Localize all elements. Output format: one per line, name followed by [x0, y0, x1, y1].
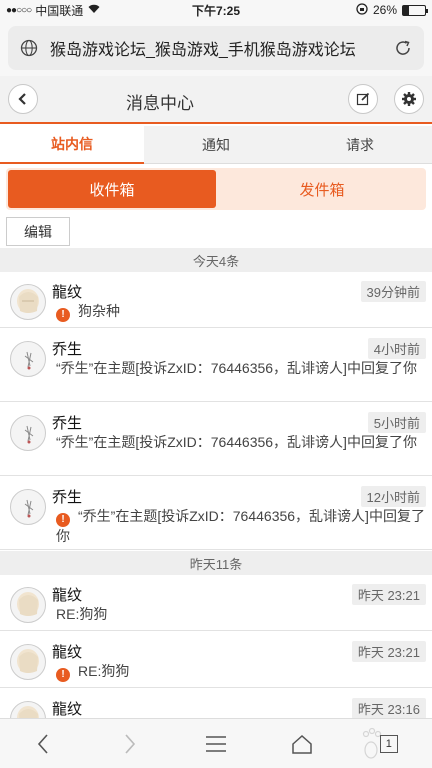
alert-icon: ! [56, 668, 70, 682]
tab-count: 1 [385, 737, 392, 750]
browser-back-button[interactable] [23, 724, 63, 764]
message-time: 5小时前 [367, 412, 426, 433]
message-time: 12小时前 [360, 486, 426, 507]
message-time: 4小时前 [367, 338, 426, 359]
browser-forward-button[interactable] [110, 724, 150, 764]
settings-button[interactable] [394, 84, 424, 114]
carrier: 中国联通 [35, 3, 84, 18]
battery-icon [402, 4, 428, 16]
message-item[interactable]: 乔生 4小时前 “乔生”在主题[投诉ZxID：76446356，乱诽谤人]中回复… [0, 329, 432, 402]
sender-name: 乔生 [52, 489, 83, 506]
message-item[interactable]: 龍纹 昨天 23:21 RE:狗狗 [0, 575, 432, 631]
menu-button[interactable] [196, 724, 236, 764]
message-text: “乔生”在主题[投诉ZxID：76446356，乱诽谤人]中回复了你 [56, 434, 417, 450]
message-item[interactable]: 乔生 5小时前 “乔生”在主题[投诉ZxID：76446356，乱诽谤人]中回复… [0, 403, 432, 476]
edit-icon [356, 92, 370, 106]
message-item[interactable]: 龍纹 39分钟前 ! 狗杂种 [0, 272, 432, 328]
message-time: 昨天 23:16 [351, 698, 426, 719]
reload-icon[interactable] [392, 37, 414, 59]
message-text: “乔生”在主题[投诉ZxID：76446356，乱诽谤人]中回复了你 [56, 508, 425, 544]
message-text: “乔生”在主题[投诉ZxID：76446356，乱诽谤人]中回复了你 [56, 360, 417, 376]
gear-icon [402, 92, 416, 106]
edit-button[interactable]: 编辑 [6, 217, 70, 246]
sender-name: 龍纹 [52, 284, 83, 301]
tab-count-badge: 1 [379, 734, 398, 753]
avatar [10, 644, 46, 680]
message-item[interactable]: 乔生 12小时前 ! “乔生”在主题[投诉ZxID：76446356，乱诽谤人]中… [0, 477, 432, 550]
avatar [10, 587, 46, 623]
sender-name: 乔生 [52, 415, 83, 432]
tabs-button[interactable]: 1 [362, 724, 409, 764]
rotation-lock-icon [356, 2, 368, 18]
compose-button[interactable] [348, 84, 378, 114]
wifi-icon [87, 3, 101, 17]
avatar [10, 415, 46, 451]
message-text: RE:狗狗 [56, 606, 108, 622]
home-button[interactable] [282, 724, 322, 764]
sender-name: 乔生 [52, 341, 83, 358]
message-time: 昨天 23:21 [351, 641, 426, 662]
message-text: RE:狗狗 [78, 663, 130, 679]
status-bar: ●●○○○ 中国联通 下午7:25 26% [0, 0, 432, 20]
home-icon [292, 734, 313, 754]
menu-icon [205, 735, 226, 752]
message-body: ! “乔生”在主题[投诉ZxID：76446356，乱诽谤人]中回复了你 [56, 507, 426, 545]
mailbox-switch: 收件箱 发件箱 [6, 168, 426, 210]
chevron-left-icon [38, 733, 48, 754]
message-body: ! RE:狗狗 [56, 662, 426, 682]
battery-percent: 26% [372, 3, 397, 17]
inbox-button[interactable]: 收件箱 [8, 170, 216, 208]
alert-icon: ! [56, 513, 70, 527]
sender-name: 龍纹 [52, 587, 83, 604]
page-header: 消息中心 [0, 76, 432, 124]
sender-name: 龍纹 [52, 701, 83, 718]
browser-bar: 猴岛游戏论坛_猴岛游戏_手机猴岛游戏论坛 [0, 20, 432, 76]
globe-icon [18, 37, 40, 59]
address-bar[interactable]: 猴岛游戏论坛_猴岛游戏_手机猴岛游戏论坛 [8, 26, 424, 70]
avatar [10, 489, 46, 525]
page-url-title: 猴岛游戏论坛_猴岛游戏_手机猴岛游戏论坛 [50, 42, 356, 59]
chevron-right-icon [124, 733, 135, 754]
back-button[interactable] [8, 84, 38, 114]
avatar [10, 341, 46, 377]
outbox-button[interactable]: 发件箱 [218, 168, 426, 210]
chevron-left-icon [18, 93, 26, 105]
sender-name: 龍纹 [52, 644, 83, 661]
message-time: 昨天 23:21 [351, 584, 426, 605]
section-header-yesterday: 昨天11条 [0, 551, 432, 575]
tab-notifications[interactable]: 通知 [144, 126, 288, 164]
page-title: 消息中心 [126, 94, 194, 113]
message-item[interactable]: 龍纹 昨天 23:21 ! RE:狗狗 [0, 632, 432, 688]
tab-inbox-messages[interactable]: 站内信 [0, 126, 144, 164]
alert-icon: ! [56, 308, 70, 322]
tab-requests[interactable]: 请求 [288, 126, 432, 164]
message-tabs: 站内信 通知 请求 [0, 126, 432, 164]
signal-icon: ●●○○○ [6, 4, 32, 16]
browser-toolbar: 1 [0, 718, 432, 768]
section-header-today: 今天4条 [0, 248, 432, 272]
battery-fill [403, 5, 409, 15]
message-body: ! 狗杂种 [56, 302, 426, 322]
avatar [10, 284, 46, 320]
message-text: 狗杂种 [78, 303, 120, 319]
message-time: 39分钟前 [360, 281, 426, 302]
